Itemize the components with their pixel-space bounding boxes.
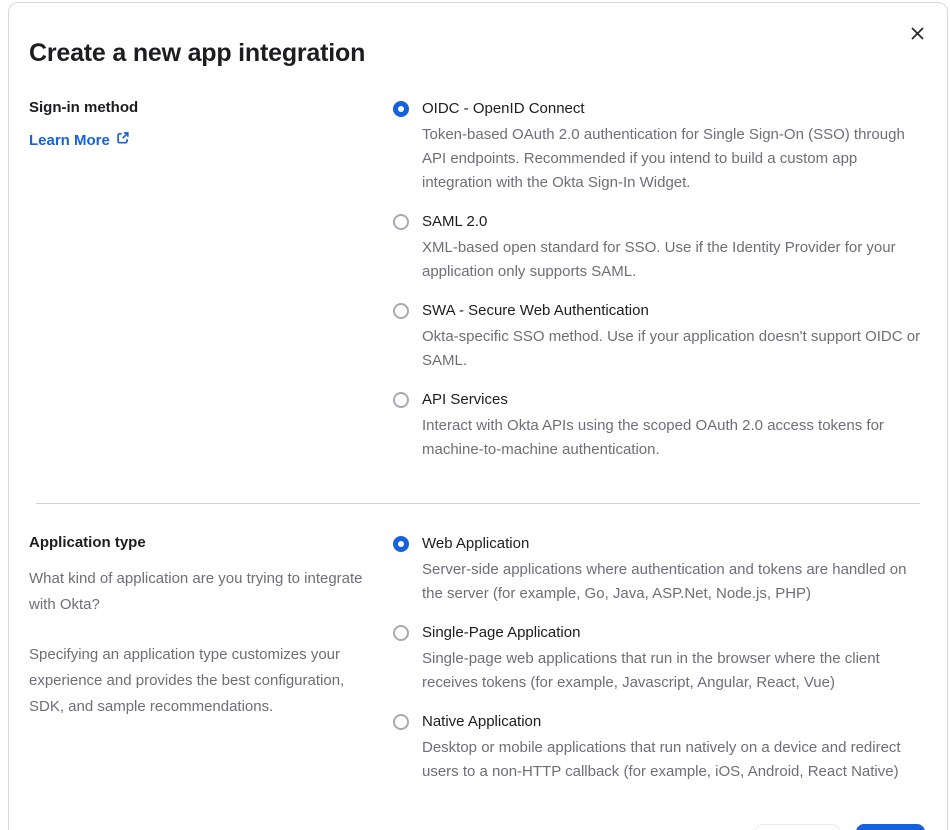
signin-option-oidc: OIDC - OpenID Connect Token-based OAuth … (393, 99, 927, 195)
learn-more-label: Learn More (29, 131, 110, 149)
signin-option-api-services: API Services Interact with Okta APIs usi… (393, 390, 927, 462)
signin-method-section: Sign-in method Learn More OIDC - OpenID … (29, 99, 927, 462)
signin-option-swa-description: Okta-specific SSO method. Use if your ap… (422, 328, 921, 369)
apptype-option-native: Native Application Desktop or mobile app… (393, 712, 927, 784)
signin-option-swa: SWA - Secure Web Authentication Okta-spe… (393, 301, 927, 373)
radio-oidc[interactable] (393, 101, 409, 117)
apptype-option-web-label[interactable]: Web Application (422, 534, 927, 554)
apptype-option-spa-label[interactable]: Single-Page Application (422, 623, 927, 643)
radio-saml[interactable] (393, 214, 409, 230)
signin-method-label: Sign-in method (29, 99, 139, 116)
apptype-option-web: Web Application Server-side applications… (393, 534, 927, 606)
radio-native-application[interactable] (393, 714, 409, 730)
close-icon (910, 26, 925, 44)
apptype-option-web-description: Server-side applications where authentic… (422, 561, 907, 602)
radio-single-page-application[interactable] (393, 625, 409, 641)
section-divider (36, 503, 920, 504)
dialog-footer: Cancel Next (29, 824, 927, 830)
application-type-label: Application type (29, 534, 146, 551)
signin-option-oidc-description: Token-based OAuth 2.0 authentication for… (422, 126, 905, 191)
application-type-section: Application type What kind of applicatio… (29, 534, 927, 784)
close-button[interactable] (907, 25, 927, 45)
signin-option-api-services-description: Interact with Okta APIs using the scoped… (422, 417, 884, 458)
apptype-option-native-description: Desktop or mobile applications that run … (422, 739, 901, 780)
create-app-integration-dialog: Create a new app integration Sign-in met… (8, 2, 948, 830)
learn-more-link[interactable]: Learn More (29, 131, 130, 149)
application-type-description-2: Specifying an application type customize… (29, 646, 345, 715)
cancel-button[interactable]: Cancel (755, 824, 841, 830)
next-button[interactable]: Next (856, 824, 925, 830)
signin-option-saml: SAML 2.0 XML-based open standard for SSO… (393, 212, 927, 284)
signin-option-saml-label[interactable]: SAML 2.0 (422, 212, 927, 232)
dialog-title: Create a new app integration (29, 39, 366, 67)
application-type-description-1: What kind of application are you trying … (29, 570, 363, 613)
signin-option-saml-description: XML-based open standard for SSO. Use if … (422, 239, 896, 280)
radio-web-application[interactable] (393, 536, 409, 552)
signin-option-swa-label[interactable]: SWA - Secure Web Authentication (422, 301, 927, 321)
radio-api-services[interactable] (393, 392, 409, 408)
signin-option-oidc-label[interactable]: OIDC - OpenID Connect (422, 99, 927, 119)
apptype-option-spa: Single-Page Application Single-page web … (393, 623, 927, 695)
external-link-icon (116, 131, 130, 149)
apptype-option-spa-description: Single-page web applications that run in… (422, 650, 880, 691)
signin-option-api-services-label[interactable]: API Services (422, 390, 927, 410)
radio-swa[interactable] (393, 303, 409, 319)
apptype-option-native-label[interactable]: Native Application (422, 712, 927, 732)
